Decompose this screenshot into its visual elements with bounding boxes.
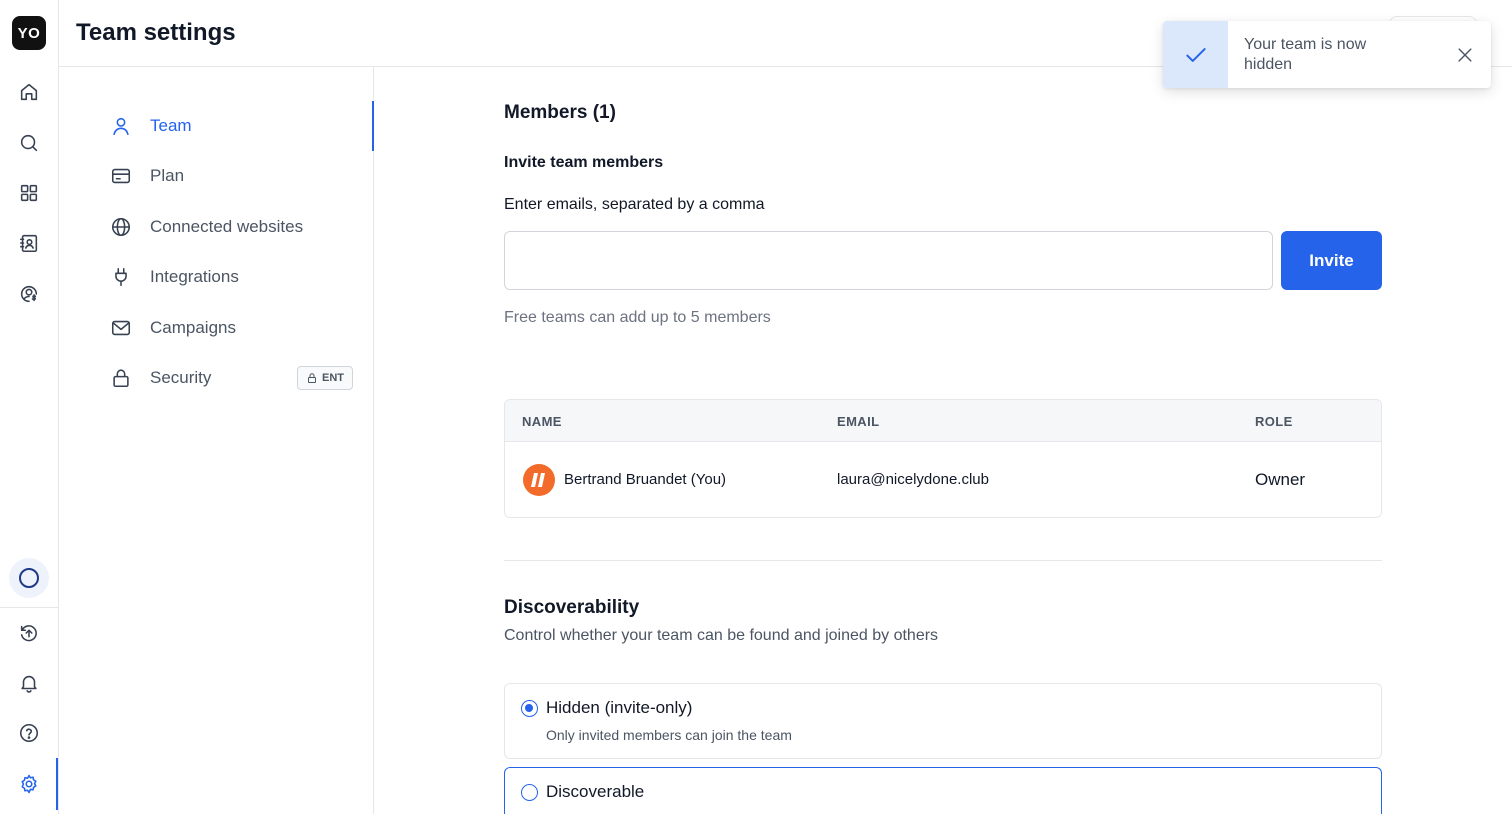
option-hidden[interactable]: Hidden (invite-only) Only invited member… xyxy=(504,683,1382,759)
gear-icon[interactable] xyxy=(14,769,44,799)
toast-notification: Your team is now hidden xyxy=(1163,21,1491,88)
column-header-email: EMAIL xyxy=(837,414,880,429)
column-header-role: ROLE xyxy=(1255,414,1293,429)
table-row[interactable]: Bertrand Bruandet (You) laura@nicelydone… xyxy=(505,442,1381,517)
email-field-label: Enter emails, separated by a comma xyxy=(504,196,765,213)
nav-item-integrations[interactable]: Integrations xyxy=(109,259,359,295)
nav-item-campaigns[interactable]: Campaigns xyxy=(109,310,359,346)
nav-active-indicator xyxy=(372,101,374,151)
table-header: NAME EMAIL ROLE xyxy=(505,400,1381,442)
plug-icon xyxy=(109,265,133,289)
credit-card-icon xyxy=(109,164,133,188)
radio-discoverable[interactable] xyxy=(521,784,538,801)
help-icon[interactable] xyxy=(14,718,44,748)
billing-user-icon[interactable] xyxy=(14,279,44,309)
invite-button[interactable]: Invite xyxy=(1281,231,1382,290)
toast-message: Your team is now hidden xyxy=(1244,36,1367,73)
grid-icon[interactable] xyxy=(14,178,44,208)
email-field[interactable] xyxy=(504,231,1273,290)
option-description: Only invited members can join the team xyxy=(546,727,792,743)
nav-item-label: Plan xyxy=(150,166,185,185)
invite-title: Invite team members xyxy=(504,154,664,171)
mail-icon xyxy=(109,316,133,340)
user-icon xyxy=(109,114,133,138)
page-title: Team settings xyxy=(76,19,236,46)
nav-item-security[interactable]: Security ENT xyxy=(109,360,359,396)
logo-text: YO xyxy=(17,24,41,42)
discoverability-subtitle: Control whether your team can be found a… xyxy=(504,627,939,644)
app-rail: YO xyxy=(0,0,59,814)
avatar xyxy=(523,464,555,496)
nav-item-team[interactable]: Team xyxy=(109,108,359,144)
discoverability-title: Discoverability xyxy=(504,597,640,618)
badge-label: ENT xyxy=(322,372,344,384)
upload-icon[interactable] xyxy=(14,618,44,648)
option-label: Discoverable xyxy=(546,782,645,801)
app-logo[interactable]: YO xyxy=(12,16,46,50)
members-table: NAME EMAIL ROLE Bertrand Bruandet (You) … xyxy=(504,399,1382,518)
section-divider xyxy=(504,560,1382,561)
member-limit-hint: Free teams can add up to 5 members xyxy=(504,309,771,326)
nav-item-plan[interactable]: Plan xyxy=(109,158,359,194)
lock-icon xyxy=(109,366,133,390)
member-role: Owner xyxy=(1255,470,1306,489)
option-discoverable[interactable]: Discoverable xyxy=(504,767,1382,814)
search-icon[interactable] xyxy=(14,128,44,158)
rail-active-indicator xyxy=(56,758,58,810)
contacts-icon[interactable] xyxy=(14,228,44,258)
nav-item-connected-websites[interactable]: Connected websites xyxy=(109,209,359,245)
column-header-name: NAME xyxy=(522,414,562,429)
nav-item-label: Connected websites xyxy=(150,217,304,236)
enterprise-badge: ENT xyxy=(297,366,353,390)
nav-item-label: Campaigns xyxy=(150,318,236,337)
bell-icon[interactable] xyxy=(14,668,44,698)
status-ring-icon[interactable] xyxy=(9,558,49,598)
settings-nav: Team Plan Connected websites Integration… xyxy=(59,67,374,814)
globe-icon xyxy=(109,215,133,239)
nav-item-label: Integrations xyxy=(150,267,239,286)
member-email: laura@nicelydone.club xyxy=(837,471,989,488)
option-label: Hidden (invite-only) xyxy=(546,698,693,717)
close-icon[interactable] xyxy=(1453,43,1477,67)
home-icon[interactable] xyxy=(14,77,44,107)
check-icon xyxy=(1163,21,1228,88)
nav-item-label: Security xyxy=(150,368,212,387)
lock-icon xyxy=(308,373,316,383)
member-name: Bertrand Bruandet (You) xyxy=(564,471,727,488)
rail-divider xyxy=(0,607,58,608)
nav-item-label: Team xyxy=(150,116,192,135)
radio-hidden[interactable] xyxy=(521,700,538,717)
members-title: Members (1) xyxy=(504,102,616,123)
